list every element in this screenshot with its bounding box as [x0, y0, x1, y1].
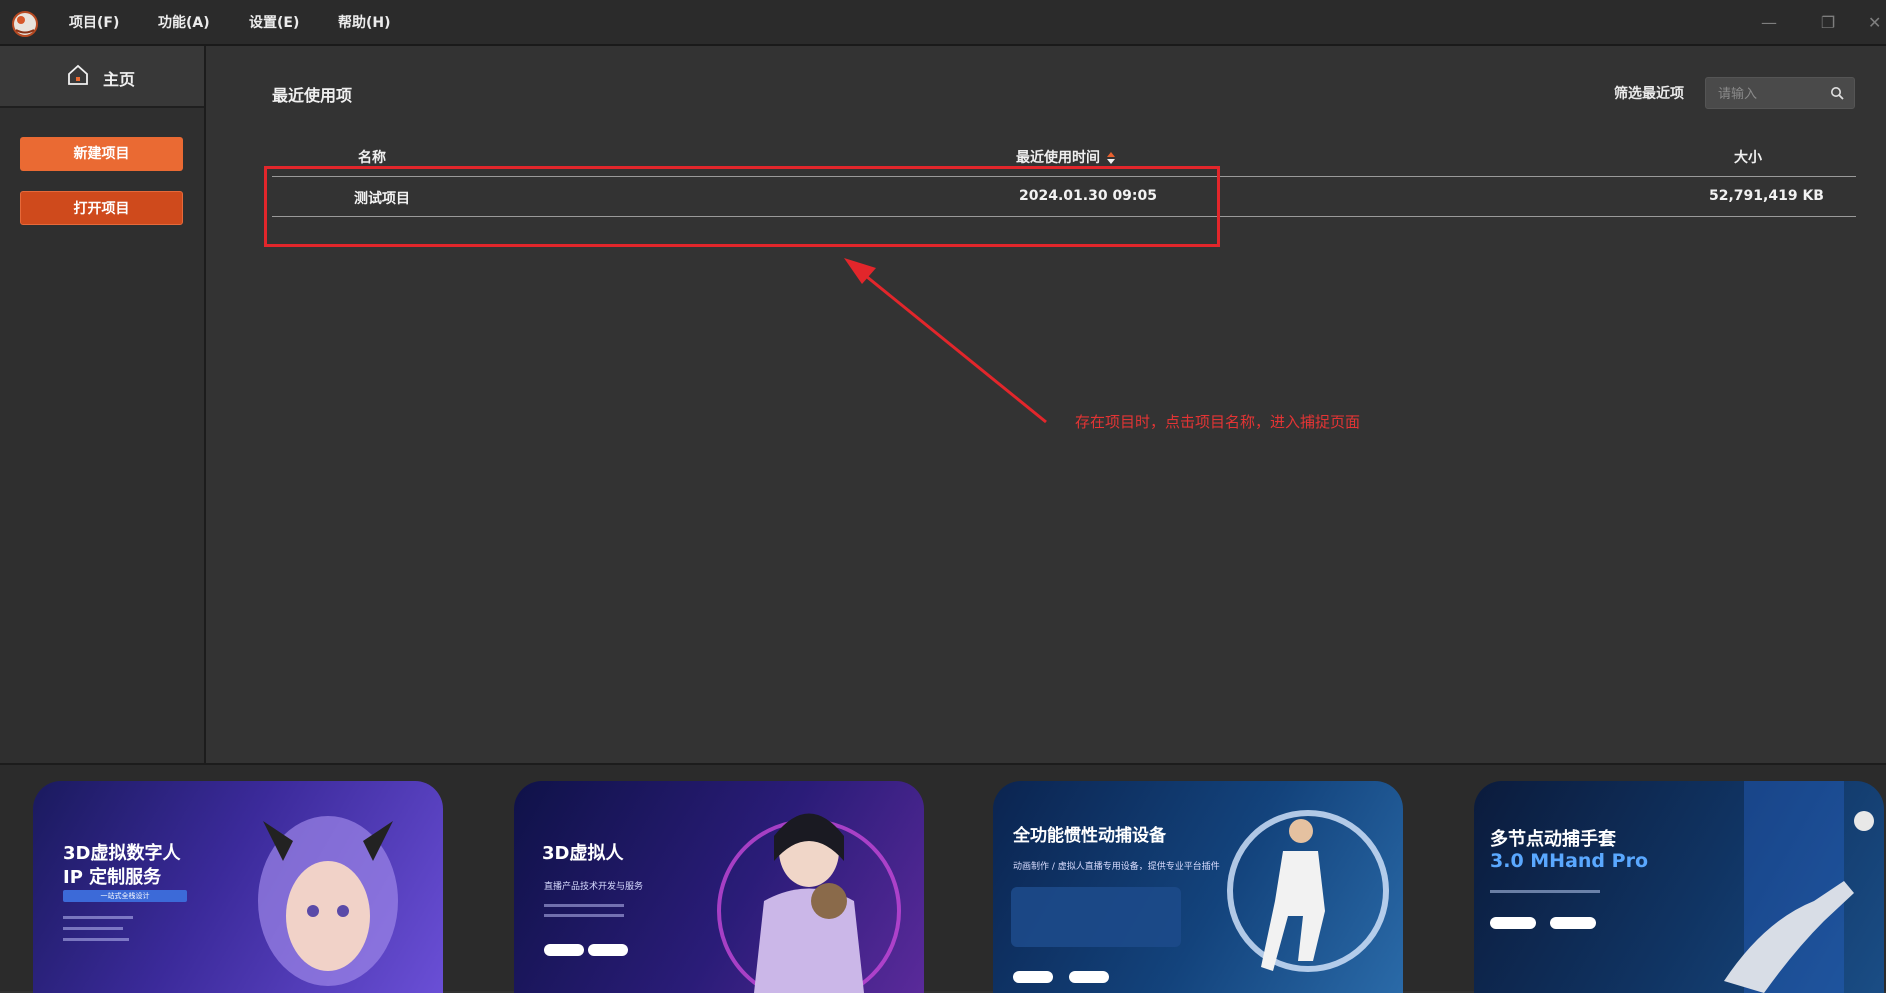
- filter-label: 筛选最近项: [1614, 86, 1684, 102]
- search-box: [1705, 77, 1855, 109]
- banner1-title-line2: IP 定制服务: [63, 867, 162, 888]
- banner2-title: 3D虚拟人: [542, 843, 624, 864]
- table-row-divider: [272, 216, 1856, 217]
- annotation-text: 存在项目时，点击项目名称，进入捕捉页面: [1075, 413, 1361, 431]
- home-icon: [68, 64, 88, 85]
- sidebar: 主页 新建项目 打开项目: [0, 46, 206, 763]
- table-header-divider: [272, 176, 1856, 177]
- main-panel: 最近使用项 筛选最近项 名称 最近使用时间 大小 测试项目 2024.01.30…: [206, 46, 1886, 763]
- character-illustration: [1227, 810, 1389, 972]
- banner1-tag: 一站式全栈设计: [63, 890, 187, 902]
- new-project-button[interactable]: 新建项目: [20, 137, 183, 171]
- banner1-text-line: [63, 938, 129, 941]
- menu-project[interactable]: 项目(F): [69, 12, 119, 32]
- size-cell: 52,791,419 KB: [1709, 188, 1824, 204]
- banner1-text-line: [63, 927, 123, 930]
- banner1-title-line1: 3D虚拟数字人: [63, 843, 181, 864]
- banner3-title: 全功能惯性动捕设备: [1013, 826, 1166, 846]
- promo-banner-mocap-device[interactable]: 全功能惯性动捕设备 动画制作 / 虚拟人直播专用设备，提供专业平台插件: [993, 781, 1403, 993]
- banner1-text-line: [63, 916, 133, 919]
- page-title: 最近使用项: [272, 86, 353, 105]
- sidebar-item-home[interactable]: 主页: [0, 46, 204, 108]
- project-name-link[interactable]: 测试项目: [354, 188, 410, 208]
- character-illustration: [717, 813, 901, 993]
- column-header-last-used[interactable]: 最近使用时间: [1016, 147, 1100, 167]
- banner2-contact-pill: [588, 944, 628, 956]
- promo-banner-mocap-glove[interactable]: 多节点动捕手套 3.0 MHand Pro: [1474, 781, 1884, 993]
- promo-banner-digital-human[interactable]: 3D虚拟数字人 IP 定制服务 一站式全栈设计: [33, 781, 443, 993]
- banner4-detail-pill: [1490, 917, 1536, 929]
- banner2-detail-pill: [544, 944, 584, 956]
- close-icon[interactable]: ✕: [1868, 12, 1886, 34]
- banner3-detail-pill: [1013, 971, 1053, 983]
- last-used-cell: 2024.01.30 09:05: [1019, 188, 1158, 204]
- banner3-platforms-panel: [1011, 887, 1181, 947]
- menu-function[interactable]: 功能(A): [158, 12, 210, 32]
- banner4-text-line: [1490, 890, 1600, 893]
- banner4-contact-pill: [1550, 917, 1596, 929]
- home-label: 主页: [103, 70, 136, 89]
- title-bar: 项目(F) 功能(A) 设置(E) 帮助(H) — ❐ ✕: [0, 0, 1886, 46]
- app-logo-icon: [12, 11, 38, 37]
- promo-banner-virtual-human[interactable]: 3D虚拟人 直播产品技术开发与服务: [514, 781, 924, 993]
- restore-icon[interactable]: ❐: [1817, 12, 1839, 34]
- promo-banner-strip: 3D虚拟数字人 IP 定制服务 一站式全栈设计 3D虚拟人 直播产品技术开发与服…: [0, 763, 1886, 993]
- banner2-subtitle: 直播产品技术开发与服务: [544, 882, 644, 892]
- menu-settings[interactable]: 设置(E): [249, 12, 299, 32]
- banner4-title-line1: 多节点动捕手套: [1490, 829, 1616, 850]
- sort-icon[interactable]: [1106, 151, 1116, 165]
- open-project-button[interactable]: 打开项目: [20, 191, 183, 225]
- column-header-size[interactable]: 大小: [1734, 147, 1762, 167]
- search-input[interactable]: [1716, 84, 1826, 104]
- banner2-text-line: [544, 904, 624, 907]
- banner4-title-line2: 3.0 MHand Pro: [1490, 850, 1648, 872]
- glove-illustration: [1724, 781, 1874, 993]
- banner3-subtitle: 动画制作 / 虚拟人直播专用设备，提供专业平台插件: [1013, 862, 1220, 872]
- minimize-icon[interactable]: —: [1758, 12, 1780, 34]
- banner2-text-line: [544, 914, 624, 917]
- menu-help[interactable]: 帮助(H): [338, 12, 391, 32]
- search-icon[interactable]: [1830, 86, 1844, 100]
- banner3-contact-pill: [1069, 971, 1109, 983]
- character-illustration: [258, 816, 398, 986]
- column-header-name[interactable]: 名称: [358, 147, 386, 167]
